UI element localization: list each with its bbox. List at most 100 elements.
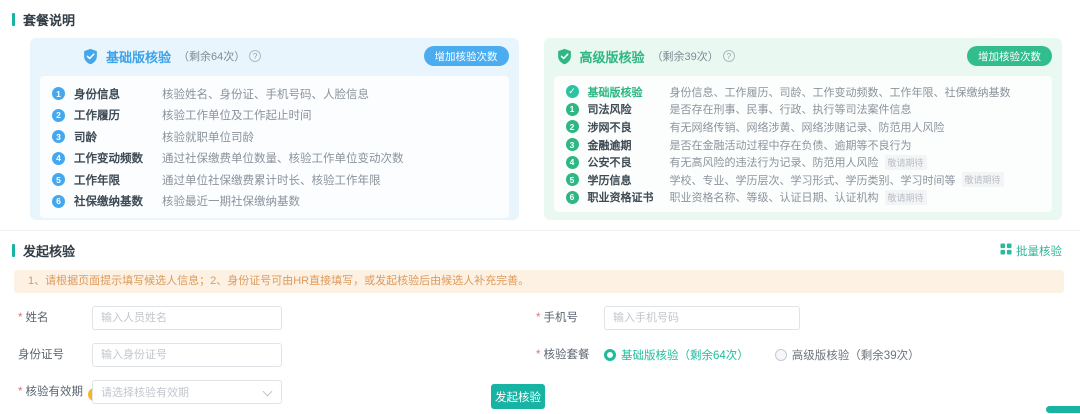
- basic-feature-list: 1 身份信息 核验姓名、身份证、手机号码、人脸信息 2 工作履历 核验工作单位及…: [40, 76, 509, 218]
- advanced-package-card: 高级版核验 （剩余39次） ? 增加核验次数 ✓ 基础版核验 身份信息、工作履历…: [544, 38, 1062, 220]
- batch-verify-label: 批量核验: [1016, 243, 1062, 259]
- feature-label: 司龄: [74, 129, 162, 145]
- feature-desc: 核验姓名、身份证、手机号码、人脸信息: [162, 86, 369, 102]
- feature-desc: 学校、专业、学历层次、学习形式、学历类别、学习时间等: [670, 172, 956, 188]
- feature-desc: 是否在金融活动过程中存在负债、逾期等不良行为: [670, 137, 912, 153]
- radio-option-label: 基础版核验（剩余64次）: [621, 347, 749, 363]
- coming-soon-tag: 敬请期待: [885, 155, 927, 170]
- feature-row: 5 学历信息 学校、专业、学历层次、学习形式、学历类别、学习时间等 敬请期待: [566, 171, 1042, 189]
- coming-soon-tag: 敬请期待: [962, 172, 1004, 187]
- package-section: 套餐说明 基础版核验 （剩余64次） ? 增加核验次数 1 身份信息 核验姓名、…: [0, 0, 1080, 220]
- validity-select[interactable]: 请选择核验有效期: [92, 380, 282, 404]
- feature-row: 6 社保缴纳基数 核验最近一期社保缴纳基数: [52, 191, 499, 213]
- chevron-down-icon: [263, 387, 273, 397]
- feature-desc: 核验工作单位及工作起止时间: [162, 107, 312, 123]
- feature-label: 司法风险: [588, 101, 670, 117]
- feature-desc: 通过社保缴费单位数量、核验工作单位变动次数: [162, 150, 404, 166]
- initiate-section-title: 发起核验: [12, 241, 75, 260]
- phone-input[interactable]: [604, 306, 800, 330]
- package-radio-group: 基础版核验（剩余64次） 高级版核验（剩余39次）: [604, 343, 920, 367]
- advanced-feature-list: ✓ 基础版核验 身份信息、工作履历、司龄、工作变动频数、工作年限、社保缴纳基数 …: [554, 76, 1052, 212]
- notice-banner: 1、请根据页面提示填写候选人信息；2、身份证号可由HR直接填写，或发起核验后由候…: [14, 270, 1064, 293]
- feature-desc: 核验就职单位司龄: [162, 129, 254, 145]
- initiate-section: 发起核验 批量核验 1、请根据页面提示填写候选人信息；2、身份证号可由HR直接填…: [0, 230, 1080, 408]
- number-badge: 4: [52, 152, 65, 165]
- radio-option-label: 高级版核验（剩余39次）: [792, 347, 920, 363]
- feature-desc: 是否存在刑事、民事、行政、执行等司法案件信息: [670, 101, 912, 117]
- required-mark: *: [18, 312, 22, 324]
- radio-unselected-icon: [775, 349, 787, 361]
- radio-option-basic[interactable]: 基础版核验（剩余64次）: [604, 347, 749, 363]
- feature-label: 工作履历: [74, 107, 162, 123]
- feature-row: 5 工作年限 通过单位社保缴费累计时长、核验工作年限: [52, 169, 499, 191]
- package-field-label: *核验套餐: [536, 343, 589, 367]
- feature-label: 职业资格证书: [588, 189, 670, 205]
- shield-check-icon: [556, 48, 573, 65]
- shield-check-icon: [82, 48, 99, 65]
- feature-desc: 有无网络传销、网络涉黄、网络涉赌记录、防范用人风险: [670, 119, 945, 135]
- check-badge: ✓: [566, 85, 579, 98]
- number-badge: 6: [52, 195, 65, 208]
- submit-verify-button[interactable]: 发起核验: [491, 384, 545, 409]
- feature-label: 金融逾期: [588, 137, 670, 153]
- feature-label: 工作年限: [74, 172, 162, 188]
- add-quota-button-advanced[interactable]: 增加核验次数: [967, 46, 1052, 66]
- feature-desc: 核验最近一期社保缴纳基数: [162, 193, 300, 209]
- feature-label: 涉网不良: [588, 119, 670, 135]
- number-badge: 4: [566, 156, 579, 169]
- radio-selected-icon: [604, 349, 616, 361]
- number-badge: 5: [566, 173, 579, 186]
- feature-row: 4 工作变动频数 通过社保缴费单位数量、核验工作单位变动次数: [52, 148, 499, 170]
- feature-desc: 职业资格名称、等级、认证日期、认证机构: [670, 189, 879, 205]
- feature-row: 1 身份信息 核验姓名、身份证、手机号码、人脸信息: [52, 83, 499, 105]
- required-mark: *: [536, 349, 540, 361]
- feature-label: 学历信息: [588, 172, 670, 188]
- package-section-title: 套餐说明: [12, 10, 1080, 29]
- feature-row: 2 工作履历 核验工作单位及工作起止时间: [52, 105, 499, 127]
- initiate-section-header: 发起核验 批量核验: [12, 241, 1080, 260]
- name-input[interactable]: [92, 306, 282, 330]
- number-badge: 2: [566, 120, 579, 133]
- basic-card-title: 基础版核验: [106, 47, 171, 66]
- feature-row: 4 公安不良 有无高风险的违法行为记录、防范用人风险 敬请期待: [566, 153, 1042, 171]
- required-mark: *: [18, 386, 22, 398]
- initiate-section-title-text: 发起核验: [23, 241, 75, 260]
- help-icon[interactable]: ?: [249, 50, 261, 62]
- validity-field-label: *核验有效期?: [18, 380, 101, 404]
- id-field-label: 身份证号: [18, 343, 64, 367]
- basic-package-card: 基础版核验 （剩余64次） ? 增加核验次数 1 身份信息 核验姓名、身份证、手…: [30, 38, 519, 220]
- basic-remaining-count: （剩余64次）: [178, 48, 245, 64]
- feature-desc: 有无高风险的违法行为记录、防范用人风险: [670, 154, 879, 170]
- feature-label: 公安不良: [588, 154, 670, 170]
- feature-row: 1 司法风险 是否存在刑事、民事、行政、执行等司法案件信息: [566, 101, 1042, 119]
- id-number-input[interactable]: [92, 343, 282, 367]
- coming-soon-tag: 敬请期待: [885, 190, 927, 205]
- add-quota-button-basic[interactable]: 增加核验次数: [424, 46, 509, 66]
- feature-label: 身份信息: [74, 86, 162, 102]
- batch-verify-button[interactable]: 批量核验: [1000, 243, 1062, 259]
- number-badge: 3: [566, 138, 579, 151]
- help-icon[interactable]: ?: [723, 50, 735, 62]
- feature-label: 基础版核验: [588, 84, 670, 100]
- name-field-label: *姓名: [18, 306, 48, 330]
- advanced-remaining-count: （剩余39次）: [652, 48, 719, 64]
- feature-desc: 通过单位社保缴费累计时长、核验工作年限: [162, 172, 381, 188]
- feature-row: 3 司龄 核验就职单位司龄: [52, 126, 499, 148]
- feature-row: ✓ 基础版核验 身份信息、工作履历、司龄、工作变动频数、工作年限、社保缴纳基数: [566, 83, 1042, 101]
- package-section-title-text: 套餐说明: [23, 10, 75, 29]
- feature-row: 3 金融逾期 是否在金融活动过程中存在负债、逾期等不良行为: [566, 136, 1042, 154]
- feature-desc: 身份信息、工作履历、司龄、工作变动频数、工作年限、社保缴纳基数: [670, 84, 1011, 100]
- number-badge: 5: [52, 173, 65, 186]
- title-accent-bar: [12, 13, 15, 26]
- radio-option-advanced[interactable]: 高级版核验（剩余39次）: [775, 347, 920, 363]
- floating-widget[interactable]: [1046, 406, 1080, 413]
- number-badge: 6: [566, 191, 579, 204]
- number-badge: 2: [52, 109, 65, 122]
- phone-field-label: *手机号: [536, 306, 578, 330]
- required-mark: *: [536, 312, 540, 324]
- number-badge: 3: [52, 130, 65, 143]
- feature-label: 工作变动频数: [74, 150, 162, 166]
- feature-label: 社保缴纳基数: [74, 193, 162, 209]
- advanced-card-title: 高级版核验: [580, 47, 645, 66]
- title-accent-bar: [12, 244, 15, 257]
